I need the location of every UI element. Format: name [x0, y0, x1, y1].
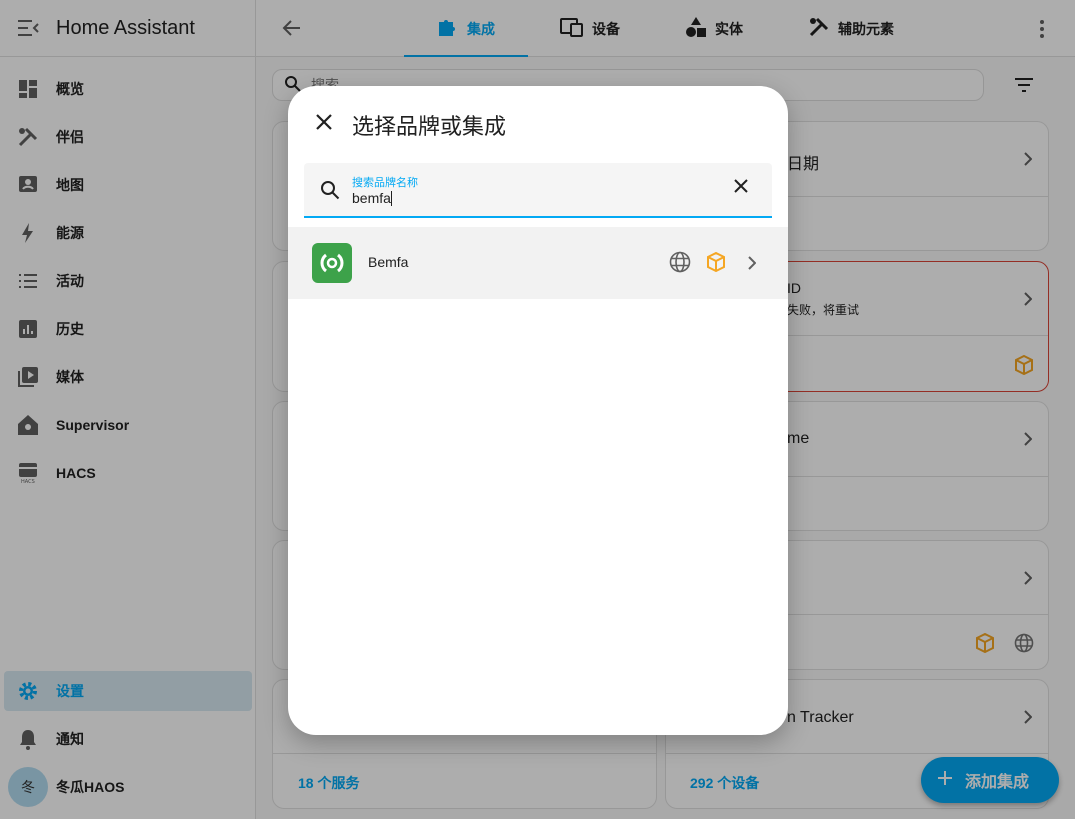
- brand-search-input[interactable]: 搜索品牌名称 bemfa: [304, 163, 772, 218]
- field-label: 搜索品牌名称: [352, 177, 418, 189]
- chevron-right-icon: [748, 256, 757, 275]
- dialog-title: 选择品牌或集成: [352, 114, 507, 139]
- result-item-bemfa[interactable]: Bemfa: [288, 227, 788, 299]
- field-value-wrap: bemfa: [352, 190, 392, 206]
- text-caret: [390, 191, 392, 206]
- search-icon: [320, 180, 340, 205]
- field-value: bemfa: [352, 190, 391, 206]
- add-integration-dialog: 选择品牌或集成 搜索品牌名称 bemfa Bemfa: [288, 86, 788, 735]
- close-icon[interactable]: [310, 108, 338, 136]
- bemfa-logo-icon: [312, 243, 352, 283]
- result-name: Bemfa: [368, 254, 409, 270]
- globe-icon: [669, 251, 691, 278]
- custom-package-icon: [706, 251, 726, 277]
- clear-icon[interactable]: [734, 179, 748, 198]
